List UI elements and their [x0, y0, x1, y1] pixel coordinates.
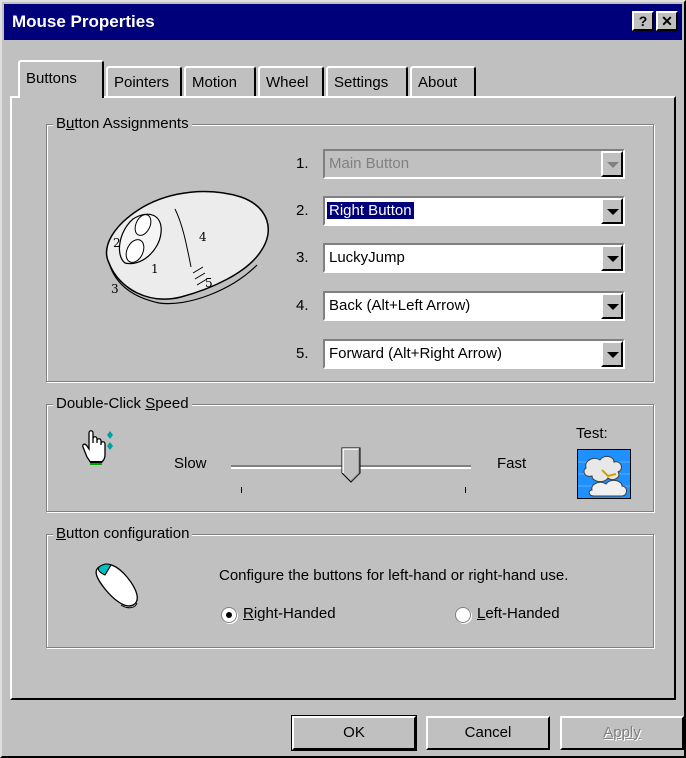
configuration-description: Configure the buttons for left-hand or r… [219, 567, 569, 584]
left-handed-radio[interactable] [455, 607, 471, 623]
help-button[interactable]: ? [632, 11, 654, 31]
apply-label: Apply [603, 724, 641, 741]
tab-settings-label: Settings [334, 74, 389, 91]
tab-about[interactable]: About [410, 66, 476, 96]
assignment-3-dropdown[interactable]: LuckyJump [323, 243, 625, 273]
assignment-5-dropdown[interactable]: Forward (Alt+Right Arrow) [323, 339, 625, 369]
assignment-4-value: Back (Alt+Left Arrow) [329, 297, 471, 314]
left-handed-label[interactable]: Left-Handed [477, 605, 560, 622]
tab-buttons-label: Buttons [26, 70, 77, 87]
right-handed-label[interactable]: Right-Handed [243, 605, 336, 622]
assignment-number: 1. [296, 155, 309, 172]
slider-tick [465, 487, 466, 493]
fast-label: Fast [497, 455, 527, 472]
double-click-speed-label: Double-Click Speed [53, 395, 192, 412]
chevron-down-icon[interactable] [601, 293, 623, 319]
mouse-label-2: 2 [113, 236, 121, 250]
button-configuration-label: Button configuration [53, 525, 193, 542]
mouse-label-3: 3 [111, 282, 119, 296]
assignment-number: 4. [296, 297, 309, 314]
right-handed-radio[interactable] [221, 607, 237, 623]
assignment-1-value: Main Button [329, 155, 410, 172]
tab-motion[interactable]: Motion [184, 66, 256, 96]
mouse-label-1: 1 [151, 262, 159, 276]
tab-settings[interactable]: Settings [326, 66, 408, 96]
mouse-label-5: 5 [205, 276, 213, 290]
pointing-hand-icon [82, 430, 113, 465]
assignment-number: 3. [296, 249, 309, 266]
button-configuration-group: Button configuration Configure the butto… [46, 525, 654, 648]
title-bar[interactable]: Mouse Properties ? ✕ [4, 4, 682, 40]
button-assignments-group: Button Assignments 2 1 3 4 5 1. Main But… [46, 115, 654, 382]
mouse-icon [95, 563, 138, 609]
close-button[interactable]: ✕ [656, 11, 678, 31]
assignment-3-value: LuckyJump [329, 249, 405, 266]
chevron-down-icon[interactable] [601, 245, 623, 271]
assignment-2-value: Right Button [327, 202, 414, 219]
ok-button[interactable]: OK [291, 715, 417, 751]
tab-wheel[interactable]: Wheel [258, 66, 324, 96]
double-click-speed-group: Double-Click Speed Slow Fast Test: [46, 395, 654, 512]
tab-wheel-label: Wheel [266, 74, 309, 91]
tab-pointers[interactable]: Pointers [106, 66, 182, 96]
speed-slider-thumb[interactable] [341, 447, 361, 483]
chevron-down-icon [601, 151, 623, 177]
assignment-4-dropdown[interactable]: Back (Alt+Left Arrow) [323, 291, 625, 321]
window-title: Mouse Properties [12, 12, 155, 31]
assignment-2-dropdown[interactable]: Right Button [323, 196, 625, 226]
assignment-number: 5. [296, 345, 309, 362]
mouse-properties-window: Mouse Properties ? ✕ Buttons Pointers Mo… [0, 0, 686, 758]
chevron-down-icon[interactable] [601, 341, 623, 367]
test-label: Test: [576, 425, 608, 442]
test-area-jack-in-the-box-icon[interactable] [577, 449, 631, 499]
slider-tick [241, 487, 242, 493]
assignment-5-value: Forward (Alt+Right Arrow) [329, 345, 502, 362]
mouse-diagram-icon: 2 1 3 4 5 [105, 190, 270, 305]
apply-button: Apply [560, 716, 684, 750]
mouse-label-4: 4 [199, 230, 207, 244]
cancel-button[interactable]: Cancel [426, 716, 550, 750]
tab-about-label: About [418, 74, 458, 91]
chevron-down-icon[interactable] [601, 198, 623, 224]
button-assignments-label: Button Assignments [53, 115, 192, 132]
assignment-1-dropdown: Main Button [323, 149, 625, 179]
tab-buttons[interactable]: Buttons [18, 60, 104, 98]
assignment-number: 2. [296, 202, 309, 219]
tab-panel-buttons: Button Assignments 2 1 3 4 5 1. Main But… [10, 96, 676, 700]
tab-motion-label: Motion [192, 74, 238, 91]
tab-pointers-label: Pointers [114, 74, 170, 91]
slow-label: Slow [174, 455, 207, 472]
